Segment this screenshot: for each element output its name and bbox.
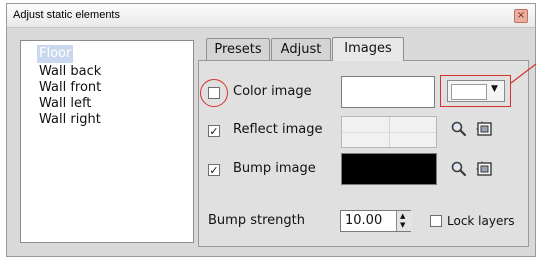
magnifier-icon[interactable] [450, 160, 468, 178]
spin-down-icon[interactable]: ▼ [400, 221, 405, 229]
list-item-label: Floor [39, 46, 72, 61]
reflect-image-checkbox[interactable]: ✓ [208, 125, 220, 137]
list-item-wall-right[interactable]: Wall right [37, 111, 103, 129]
spin-up-icon[interactable]: ▲ [400, 212, 405, 220]
reflect-image-label: Reflect image [233, 122, 323, 137]
load-image-icon[interactable] [476, 160, 494, 178]
reflect-image-preview[interactable] [341, 116, 437, 148]
color-image-preview[interactable] [341, 76, 435, 108]
bump-image-preview[interactable] [341, 153, 437, 185]
spinbox-buttons[interactable]: ▲ ▼ [396, 211, 412, 231]
annotation-circle [200, 79, 228, 107]
bump-strength-spinbox[interactable]: 10.00 ▲ ▼ [340, 210, 412, 232]
annotation-pointer-line [510, 63, 536, 84]
elements-list[interactable]: Floor Wall back Wall front Wall left Wal… [20, 40, 194, 243]
window-title: Adjust static elements [13, 9, 120, 21]
bump-strength-label: Bump strength [208, 213, 305, 228]
list-item-floor[interactable]: Floor [37, 45, 74, 63]
close-button[interactable]: × [514, 9, 528, 23]
tab-presets[interactable]: Presets [206, 38, 270, 60]
color-image-label: Color image [233, 84, 312, 99]
magnifier-icon[interactable] [450, 120, 468, 138]
tab-images[interactable]: Images [332, 37, 404, 61]
lock-layers-label: Lock layers [447, 214, 515, 228]
bump-image-label: Bump image [233, 161, 316, 176]
bump-image-checkbox[interactable]: ✓ [208, 164, 220, 176]
lock-layers-checkbox[interactable] [430, 215, 442, 227]
preview-divider [342, 132, 436, 133]
load-image-icon[interactable] [476, 120, 494, 138]
tab-adjust[interactable]: Adjust [271, 38, 331, 60]
bump-strength-value[interactable]: 10.00 [345, 213, 382, 228]
